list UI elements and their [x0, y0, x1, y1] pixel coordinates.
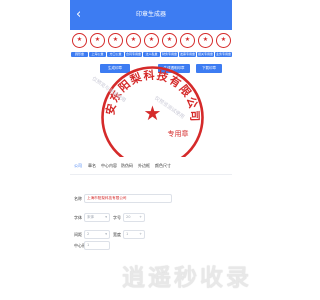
font-size-label: 字号 [113, 215, 121, 220]
template-label: 圆形章 [71, 52, 88, 57]
seal-thumb-icon [90, 33, 105, 48]
center-input[interactable]: 1 [84, 241, 110, 250]
seal-thumb-icon [108, 33, 123, 48]
template-label: 上海公章 [89, 52, 106, 57]
brand-watermark: 逍遥秒收录 [122, 265, 252, 291]
template-item[interactable]: 报关专用章 [197, 33, 214, 62]
seal-thumb-icon [162, 33, 177, 48]
template-label: 业务专用章 [215, 52, 232, 57]
spacing-select[interactable]: 2 ▾ [84, 230, 110, 239]
font-label: 字体 [74, 215, 82, 220]
template-label: 报关专用章 [197, 52, 214, 57]
width-label: 宽度 [113, 232, 121, 237]
seal-thumb-icon [198, 33, 213, 48]
phone-frame: ‹ 印章生成器 圆形章 上海公章 方口公章 合同专用章 法人私章 财务专用章 发… [70, 0, 232, 300]
template-item[interactable]: 法人私章 [143, 33, 160, 62]
seal-center-text: 专用章 [168, 129, 189, 138]
seal-thumb-icon [144, 33, 159, 48]
width-value: 1 [126, 232, 129, 236]
seal-thumb-icon [180, 33, 195, 48]
template-item[interactable]: 圆形章 [71, 33, 88, 62]
seal-thumb-icon [126, 33, 141, 48]
chevron-down-icon: ▾ [105, 215, 107, 219]
template-item[interactable]: 发票专用章 [179, 33, 196, 62]
template-label: 法人私章 [143, 52, 160, 57]
tab-color-size[interactable]: 颜色尺寸 [155, 162, 171, 170]
page-title: 印章生成器 [135, 11, 166, 18]
font-value: 宋体 [87, 215, 95, 219]
tab-border[interactable]: 外边框 [138, 162, 150, 170]
company-input[interactable]: 上海市阳梨科技有限公司 [84, 194, 172, 203]
font-select[interactable]: 宋体 ▾ [84, 213, 110, 222]
template-label: 财务专用章 [161, 52, 178, 57]
tab-company[interactable]: 公司 [74, 162, 82, 170]
font-size-value: 20 [126, 215, 131, 219]
template-item[interactable]: 上海公章 [89, 33, 106, 62]
top-bar: ‹ 印章生成器 [70, 0, 232, 30]
tab-seal-name[interactable]: 章名 [88, 162, 96, 170]
template-item[interactable]: 财务专用章 [161, 33, 178, 62]
spacing-label: 间距 [74, 232, 82, 237]
page: ‹ 印章生成器 圆形章 上海公章 方口公章 合同专用章 法人私章 财务专用章 发… [0, 0, 300, 300]
seal-thumb-icon [216, 33, 231, 48]
template-item[interactable]: 业务专用章 [215, 33, 232, 62]
template-label: 合同专用章 [125, 52, 142, 57]
plus-icon[interactable]: + [139, 214, 142, 221]
template-label: 方口公章 [107, 52, 124, 57]
template-label: 发票专用章 [179, 52, 196, 57]
divider [70, 174, 232, 175]
tab-security-code[interactable]: 防伪码 [121, 162, 133, 170]
company-label: 名称 [74, 196, 82, 201]
width-stepper[interactable]: 1 + [123, 230, 145, 239]
settings-tabs: 公司 章名 中心内容 防伪码 外边框 颜色尺寸 [74, 162, 232, 172]
plus-icon[interactable]: + [139, 231, 142, 238]
tab-center[interactable]: 中心内容 [101, 162, 117, 170]
template-strip: 圆形章 上海公章 方口公章 合同专用章 法人私章 财务专用章 发票专用章 报关专… [70, 30, 232, 64]
seal-preview: 生成印章 生成透明印章 下载印章 安东阳梨科技有限公司 ★ 专用章 仅预览与测试… [70, 64, 232, 169]
font-size-stepper[interactable]: 20 + [123, 213, 145, 222]
template-item[interactable]: 合同专用章 [125, 33, 142, 62]
spacing-value: 2 [87, 232, 90, 236]
template-item[interactable]: 方口公章 [107, 33, 124, 62]
chevron-down-icon: ▾ [105, 232, 107, 236]
seal-thumb-icon [72, 33, 87, 48]
